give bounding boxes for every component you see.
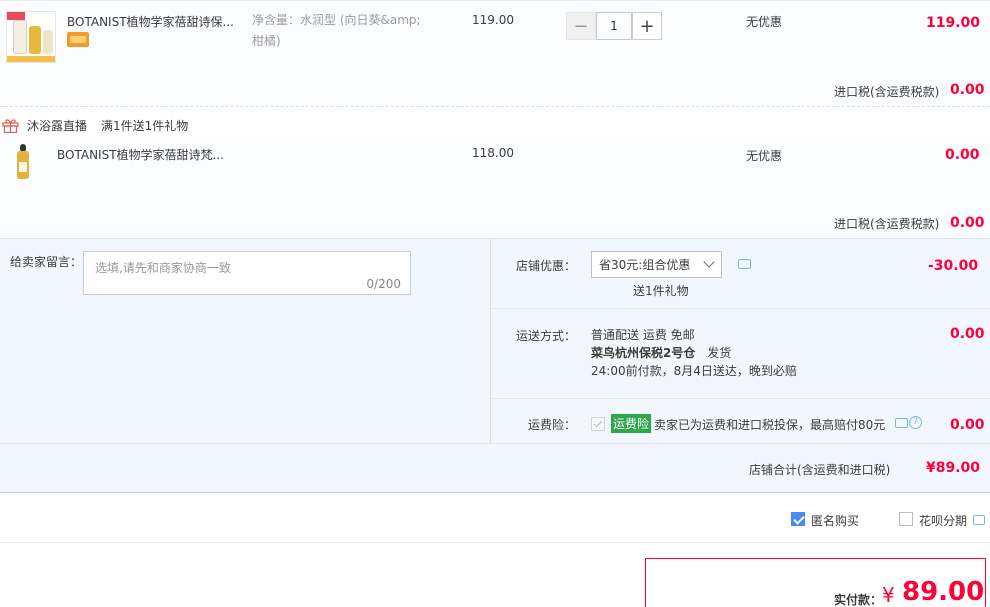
promo-name: 沐浴露直播: [27, 119, 88, 133]
divider: [0, 106, 990, 107]
quantity-input[interactable]: 1: [596, 12, 632, 40]
item-subtotal: 119.00: [926, 15, 981, 31]
shipping-amount: 0.00: [950, 326, 985, 342]
promo-desc: 满1件送1件礼物: [101, 119, 189, 133]
help-icon[interactable]: ?: [909, 416, 922, 429]
product-spec: 净含量：水润型 (向日葵&amp;柑橘): [252, 13, 421, 48]
message-icon[interactable]: [973, 515, 985, 525]
unit-price: 119.00: [472, 13, 514, 27]
import-tax-value: 0.00: [950, 215, 985, 231]
insurance-checkbox[interactable]: [591, 417, 605, 431]
unit-price: 118.00: [472, 146, 514, 160]
product-thumbnail[interactable]: [6, 11, 56, 63]
shipping-warehouse: 菜鸟杭州保税2号仓 发货: [591, 344, 731, 362]
shop-total-value: ¥89.00: [926, 460, 981, 476]
product-thumbnail[interactable]: [6, 142, 46, 184]
memo-label: 给卖家留言：: [10, 255, 83, 269]
pay-amount: 89.00: [902, 577, 985, 607]
divider: [0, 542, 990, 543]
insurance-amount: 0.00: [950, 417, 985, 433]
insurance-text: 卖家已为运费和进口税投保，最高赔付80元: [654, 418, 886, 432]
shop-discount-select[interactable]: 省30元:组合优惠: [591, 251, 722, 278]
product-title[interactable]: BOTANIST植物学家蓓甜诗梵...: [57, 146, 224, 163]
huabei-label[interactable]: 花呗分期: [919, 512, 967, 529]
divider: [491, 308, 990, 309]
shop-discount-selected: 省30元:组合优惠: [599, 258, 691, 272]
shop-discount-gift: 送1件礼物: [633, 284, 689, 298]
shop-total-label: 店铺合计(含运费和进口税): [749, 463, 891, 477]
pay-label: 实付款：: [834, 593, 883, 607]
huabei-checkbox[interactable]: [899, 512, 913, 526]
warehouse-action: 发货: [707, 346, 732, 360]
import-tax-label: 进口税(含运费税款): [834, 85, 940, 99]
decrease-button[interactable]: −: [566, 12, 596, 40]
pay-currency: ¥: [882, 583, 895, 607]
promo-row: 沐浴露直播 满1件送1件礼物: [2, 117, 188, 134]
shop-discount-amount: -30.00: [928, 258, 979, 274]
shipping-label: 运送方式：: [516, 329, 577, 343]
delivery-estimate: 24:00前付款，8月4日送达，晚到必赔: [591, 364, 797, 378]
payment-summary: 实付款： ¥ 89.00: [645, 558, 986, 607]
increase-button[interactable]: +: [632, 12, 662, 40]
gift-icon: [2, 119, 19, 133]
item-subtotal: 0.00: [945, 147, 980, 163]
shipping-method: 普通配送 运费 免邮: [591, 328, 695, 342]
import-tax-value: 0.00: [950, 82, 985, 98]
divider: [491, 398, 990, 399]
insurance-badge: 运费险: [611, 414, 652, 433]
memo-placeholder: 选填,请先和商家协商一致: [95, 261, 231, 275]
seller-message-input[interactable]: 选填,请先和商家协商一致 0/200: [83, 251, 411, 295]
shop-discount-label: 店铺优惠：: [516, 259, 577, 273]
product-title[interactable]: BOTANIST植物学家蓓甜诗保...: [67, 13, 234, 30]
quantity-stepper[interactable]: − 1 +: [566, 12, 662, 40]
warehouse-name: 菜鸟杭州保税2号仓: [591, 346, 696, 360]
discount-text: 无优惠: [746, 15, 783, 29]
discount-text: 无优惠: [746, 149, 783, 163]
panel-divider: [490, 238, 491, 443]
chevron-down-icon: [703, 256, 715, 268]
anonymous-label[interactable]: 匿名购买: [811, 512, 859, 529]
message-icon[interactable]: [738, 259, 751, 269]
message-icon[interactable]: [895, 418, 908, 428]
card-icon: [67, 32, 89, 47]
insurance-label: 运费险：: [528, 418, 577, 432]
anonymous-checkbox[interactable]: [791, 512, 805, 526]
import-tax-label: 进口税(含运费税款): [834, 217, 940, 231]
memo-char-count: 0/200: [366, 277, 401, 291]
